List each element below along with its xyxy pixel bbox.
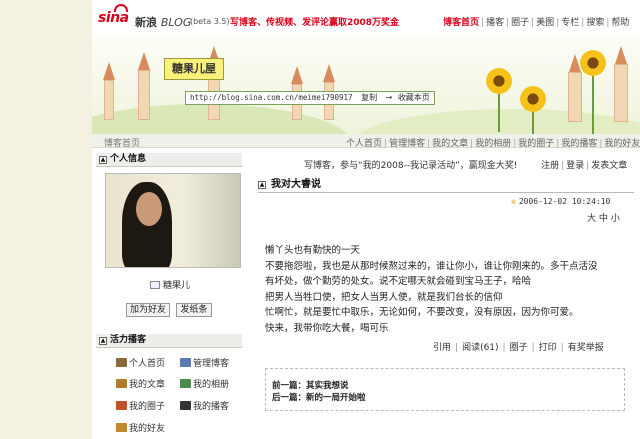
top-nav: 博客首页 | 播客 | 圈子 | 美图 | 专栏 | 搜索 | 帮助 xyxy=(443,18,630,28)
menu-my-friends[interactable]: 我的好友 xyxy=(116,421,165,434)
breadcrumb[interactable]: 博客首页 xyxy=(104,136,140,149)
font-size-small[interactable]: 小 xyxy=(611,214,620,224)
menu-my-articles[interactable]: 我的文章 xyxy=(116,377,165,390)
sina-eye-icon xyxy=(114,4,128,12)
collapse-icon[interactable]: ▲ xyxy=(99,156,107,164)
article-line: 忙啊忙，就是要忙中取乐，无论如何，不要改变，没有原因，因为你可爱。 xyxy=(265,307,579,319)
add-friend-button[interactable]: 加为好友 xyxy=(126,303,170,317)
article-line: 懒丫头也有勤快的一天 xyxy=(265,245,361,256)
active-section-header: ▲ 活力播客 xyxy=(96,334,242,348)
blog-url-bar: http://blog.sina.com.cn/meimei790917 复制 … xyxy=(185,91,435,105)
castle-roof xyxy=(615,46,627,64)
collapse-icon[interactable]: ▲ xyxy=(258,181,266,189)
login-link[interactable]: 登录 xyxy=(566,161,584,171)
article-title: 我对大睿说 xyxy=(271,179,321,190)
version-label: (beta 3.5) xyxy=(190,17,230,26)
blog-url[interactable]: http://blog.sina.com.cn/meimei790917 xyxy=(190,93,353,102)
album-icon xyxy=(180,379,191,388)
article-title-bar: ▲ 我对大睿说 xyxy=(258,178,634,193)
castle-tower xyxy=(568,72,582,122)
link-my-album[interactable]: 我的相册 xyxy=(475,139,511,149)
font-size-medium[interactable]: 中 xyxy=(599,214,608,224)
profile-username[interactable]: 糖果儿 xyxy=(150,278,190,291)
font-size-switch: 大 中 小 xyxy=(587,211,620,224)
register-link[interactable]: 注册 xyxy=(541,161,559,171)
blog-banner: 糖果儿屋 http://blog.sina.com.cn/meimei79091… xyxy=(92,34,640,134)
nav-columns[interactable]: 专栏 xyxy=(561,18,579,28)
hill-decoration xyxy=(352,109,640,134)
prev-article-link[interactable]: 前一篇：其实我想说 xyxy=(272,379,349,391)
link-personal-home[interactable]: 个人首页 xyxy=(346,139,382,149)
brand-name: 新浪 BLOG xyxy=(135,16,192,29)
article-line: 把男人当牲口使，把女人当男人使，就是我们台长的信仰 xyxy=(265,291,503,303)
article-date: ✲ 2006-12-02 10:24:10 xyxy=(511,197,611,206)
collapse-icon[interactable]: ▲ xyxy=(99,337,107,345)
promo-link[interactable]: 写博客、传视频、发评论赢取2008万奖金 xyxy=(230,15,399,28)
castle-tower xyxy=(614,64,628,122)
manage-icon xyxy=(180,358,191,367)
article-line: 有坏处，做个勤劳的处女。说不定哪天就会碰到宝马王子，哈哈 xyxy=(265,276,532,288)
link-my-articles[interactable]: 我的文章 xyxy=(432,139,468,149)
blog-title: 糖果儿屋 xyxy=(164,58,224,80)
sunflower-icon xyxy=(486,68,512,94)
read-count: 阅读(61) xyxy=(462,343,499,353)
castle-tower xyxy=(138,70,150,120)
font-size-large[interactable]: 大 xyxy=(587,214,596,224)
next-article-link[interactable]: 后一篇：新的一局开始啦 xyxy=(272,391,366,403)
nav-circle[interactable]: 圈子 xyxy=(511,18,529,28)
article-nav-box: 前一篇：其实我想说 后一篇：新的一局开始啦 xyxy=(265,368,625,411)
blog-page: sina 新浪 BLOG (beta 3.5) 写博客、传视频、发评论赢取200… xyxy=(92,0,640,439)
article-icon xyxy=(116,379,127,388)
publish-article-link[interactable]: 发表文章 xyxy=(591,161,627,171)
castle-roof xyxy=(103,62,115,80)
post-prompt-bar: 写博客，参与“我的2008--我记录活动”，赢现金大奖! 注册 | 登录 | 发表文章 xyxy=(304,161,628,171)
profile-section-header: ▲ 个人信息 xyxy=(96,153,242,167)
sunflower-icon xyxy=(520,86,546,112)
article-actions: 引用 | 阅读(61) | 圈子 | 打印 | 有奖举报 xyxy=(433,343,604,353)
menu-manage-blog[interactable]: 管理博客 xyxy=(180,356,229,369)
link-my-podcast[interactable]: 我的播客 xyxy=(561,139,597,149)
bookmark-arrow-icon: → xyxy=(385,93,393,102)
link-my-friends[interactable]: 我的好友 xyxy=(604,139,640,149)
personal-links: 个人首页 | 管理博客 | 我的文章 | 我的相册 | 我的圈子 | 我的播客 | 我的好友 xyxy=(346,139,640,149)
menu-personal-home[interactable]: 个人首页 xyxy=(116,356,165,369)
report-link[interactable]: 有奖举报 xyxy=(568,343,604,353)
menu-my-circle[interactable]: 我的圈子 xyxy=(116,399,165,412)
user-card-icon xyxy=(150,281,160,289)
nav-podcast[interactable]: 播客 xyxy=(486,18,504,28)
menu-my-podcast[interactable]: 我的播客 xyxy=(180,399,229,412)
nav-help[interactable]: 帮助 xyxy=(611,18,629,28)
link-manage-blog[interactable]: 管理博客 xyxy=(389,139,425,149)
post-prompt-link[interactable]: 写博客，参与“我的2008--我记录活动”，赢现金大奖! xyxy=(304,161,517,171)
castle-roof xyxy=(323,64,335,82)
quote-link[interactable]: 引用 xyxy=(433,343,451,353)
nav-search[interactable]: 搜索 xyxy=(586,18,604,28)
castle-tower xyxy=(104,80,114,120)
castle-roof xyxy=(138,52,150,70)
circle-link[interactable]: 圈子 xyxy=(510,343,528,353)
nav-photos[interactable]: 美图 xyxy=(536,18,554,28)
bookmark-link[interactable]: 收藏本页 xyxy=(398,93,430,102)
sina-logo[interactable]: sina xyxy=(98,4,129,26)
friends-icon xyxy=(116,423,127,432)
video-icon xyxy=(180,401,191,410)
sunflower-icon xyxy=(580,50,606,76)
avatar[interactable] xyxy=(105,173,241,268)
hill-decoration xyxy=(92,104,352,134)
home-icon xyxy=(116,358,127,367)
article-line: 不要拖怨啦，我也是从那时候熬过来的，谁让你小，谁让你刚来的。多干点活没 xyxy=(265,260,598,272)
castle-roof xyxy=(291,66,303,84)
article-body: 懒丫头也有勤快的一天 不要拖怨啦，我也是从那时候熬过来的，谁让你小，谁让你刚来的… xyxy=(265,243,633,337)
circle-icon xyxy=(116,401,127,410)
weather-sun-icon: ✲ xyxy=(511,197,516,206)
copy-link[interactable]: 复制 xyxy=(361,93,377,102)
link-my-circle[interactable]: 我的圈子 xyxy=(518,139,554,149)
sub-nav: 博客首页 个人首页 | 管理博客 | 我的文章 | 我的相册 | 我的圈子 | 我的播客 | 我的好友 xyxy=(92,134,640,149)
send-message-button[interactable]: 发纸条 xyxy=(176,303,212,317)
menu-my-album[interactable]: 我的相册 xyxy=(180,377,229,390)
article-line: 快来，我带你吃大餐，喝可乐 xyxy=(265,322,389,334)
nav-blog-home[interactable]: 博客首页 xyxy=(443,18,479,28)
print-link[interactable]: 打印 xyxy=(539,343,557,353)
